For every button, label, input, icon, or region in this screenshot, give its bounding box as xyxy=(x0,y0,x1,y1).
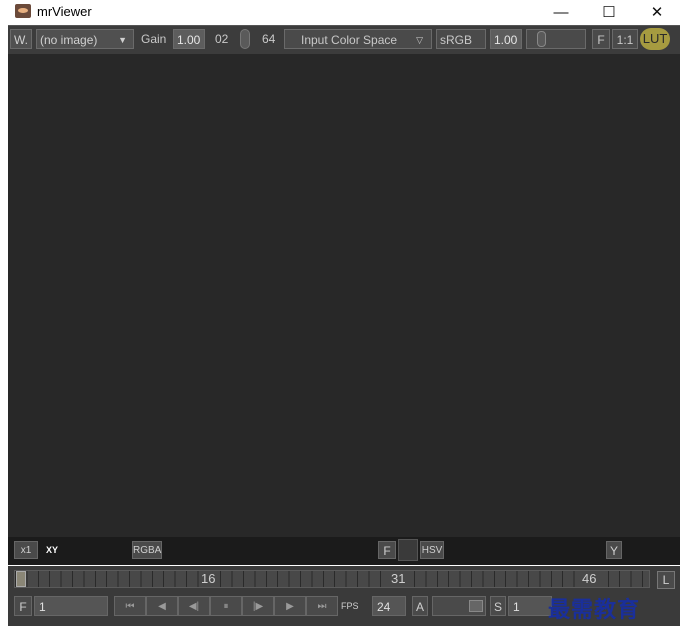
top-toolbar: W. (no image) ▼ Gain 1.00 02 64 Input Co… xyxy=(8,25,680,54)
pixel-info-bar: x1 XY RGBA F HSV Y xyxy=(8,537,680,565)
frame-label-16: 16 xyxy=(199,571,218,587)
timeline: 16 31 46 L xyxy=(8,566,680,594)
lut-button[interactable]: LUT xyxy=(640,28,670,50)
gamma-slider-knob[interactable] xyxy=(537,31,546,47)
f-button[interactable]: F xyxy=(592,29,610,49)
start-field[interactable]: 1 xyxy=(508,596,552,616)
mrviewer-window: mrViewer — ☐ ✕ W. (no image) ▼ Gain 1.00… xyxy=(8,0,680,626)
fps-label: FPS xyxy=(341,601,359,611)
chevron-down-icon: ▼ xyxy=(118,35,127,45)
gain-label: Gain xyxy=(141,32,167,46)
go-end-button[interactable]: ⏭ xyxy=(306,596,338,616)
w-button[interactable]: W. xyxy=(10,29,32,49)
play-forward-button[interactable]: |▶ xyxy=(242,596,274,616)
input-color-space-label: Input Color Space xyxy=(301,33,398,47)
frame-label: F xyxy=(14,596,32,616)
y-button[interactable]: Y xyxy=(606,541,622,559)
timeline-slider[interactable] xyxy=(14,570,650,588)
app-icon xyxy=(15,4,31,18)
volume-slider[interactable] xyxy=(432,596,486,616)
title-bar: mrViewer — ☐ ✕ xyxy=(8,0,680,25)
play-backward-button[interactable]: ◀| xyxy=(178,596,210,616)
step-forward-button[interactable]: ▶ xyxy=(274,596,306,616)
color-swatch xyxy=(398,539,418,561)
start-label: S xyxy=(490,596,506,616)
pause-button[interactable]: ⏸ xyxy=(210,596,242,616)
image-select[interactable]: (no image) ▼ xyxy=(36,29,134,49)
exposure-low: 02 xyxy=(215,32,229,46)
exposure-slider[interactable] xyxy=(240,29,250,49)
window-title: mrViewer xyxy=(37,4,92,19)
frame-label-31: 31 xyxy=(389,571,408,587)
frame-label-46: 46 xyxy=(580,571,599,587)
gain-value[interactable]: 1.00 xyxy=(173,29,205,49)
rgba-button[interactable]: RGBA xyxy=(132,541,162,559)
coord-label: XY xyxy=(46,545,59,555)
exposure-high: 64 xyxy=(262,32,276,46)
minimize-button[interactable]: — xyxy=(538,0,584,25)
close-button[interactable]: ✕ xyxy=(634,0,680,25)
gamma-slider[interactable] xyxy=(526,29,586,49)
timeline-knob[interactable] xyxy=(16,571,26,587)
go-start-button[interactable]: ⏮ xyxy=(114,596,146,616)
image-viewport[interactable] xyxy=(8,54,680,537)
chevron-down-icon: ▽ xyxy=(416,35,423,45)
ratio-button[interactable]: 1:1 xyxy=(612,29,638,49)
display-space-value: sRGB xyxy=(440,33,473,47)
gamma-value[interactable]: 1.00 xyxy=(490,29,522,49)
frame-field[interactable]: 1 xyxy=(34,596,108,616)
input-color-space-select[interactable]: Input Color Space ▽ xyxy=(284,29,432,49)
step-back-button[interactable]: ◀ xyxy=(146,596,178,616)
loop-button[interactable]: L xyxy=(657,571,675,589)
volume-slider-knob[interactable] xyxy=(469,600,483,612)
f-pixel-button[interactable]: F xyxy=(378,541,396,559)
zoom-button[interactable]: x1 xyxy=(14,541,38,559)
fps-field[interactable]: 24 xyxy=(372,596,406,616)
image-select-value: (no image) xyxy=(40,33,98,47)
hsv-button[interactable]: HSV xyxy=(420,541,444,559)
maximize-button[interactable]: ☐ xyxy=(586,0,632,25)
watermark: 最需教育 xyxy=(548,597,641,623)
display-space-select[interactable]: sRGB xyxy=(436,29,486,49)
audio-label: A xyxy=(412,596,428,616)
